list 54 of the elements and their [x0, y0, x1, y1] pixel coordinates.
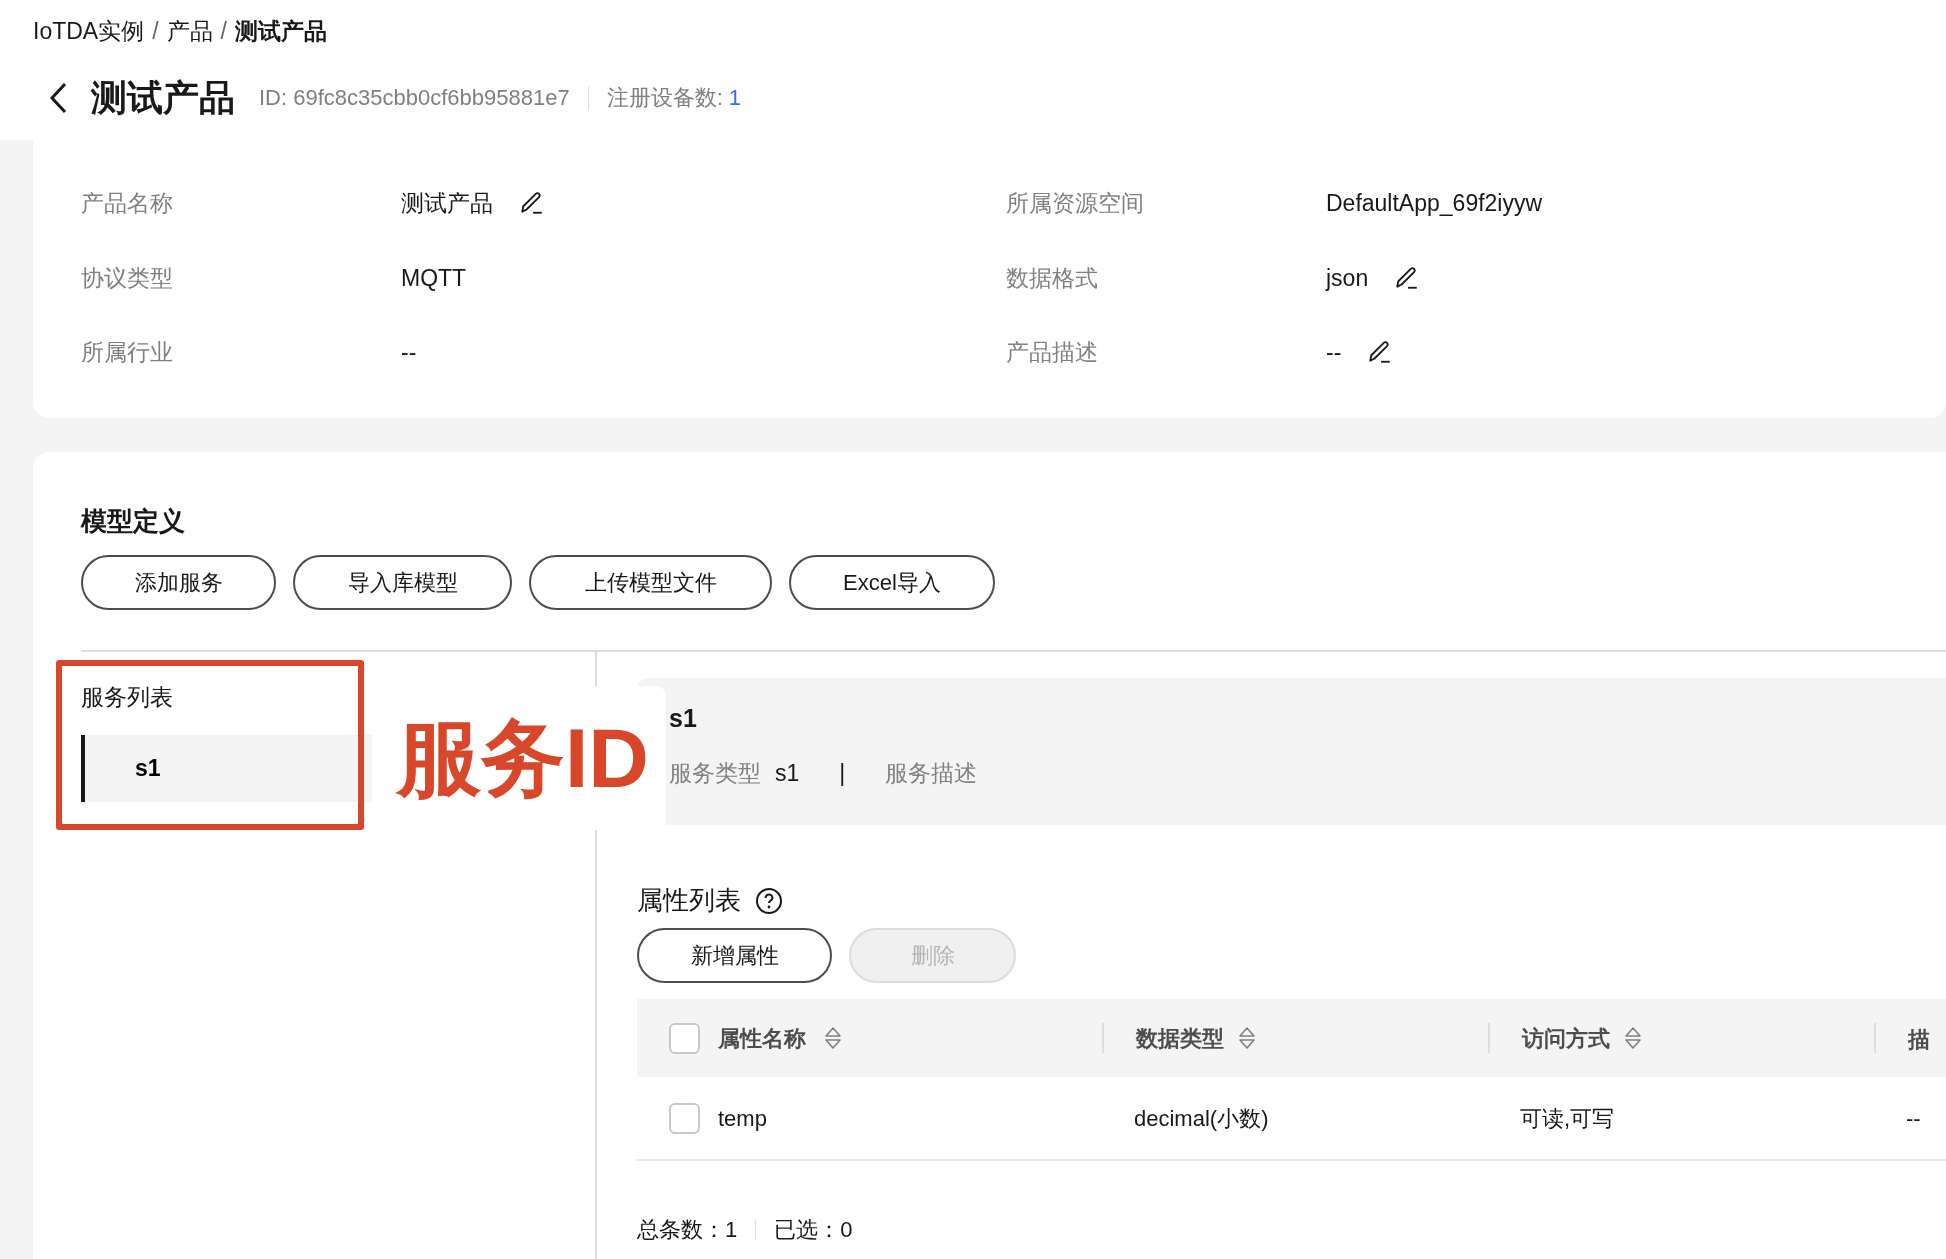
product-id: ID: 69fc8c35cbb0cf6bb95881e7 [259, 84, 570, 112]
table-cell-text: decimal(小数) [1134, 1104, 1269, 1133]
field-label: 服务描述 [885, 758, 978, 788]
section-title: 模型定义 [81, 505, 186, 538]
device-count-label: 注册设备数: [606, 84, 723, 112]
detail-label: 产品描述 [1006, 338, 1099, 367]
breadcrumb-item[interactable]: 产品 [166, 14, 213, 49]
detail-label: 数据格式 [1006, 263, 1099, 293]
service-name: s1 [669, 703, 698, 734]
separator-text: | [839, 758, 846, 788]
action-button[interactable]: 上传模型文件 [529, 555, 772, 610]
total-label: 总条数： [637, 1216, 725, 1244]
sort-icon[interactable] [1624, 1025, 1642, 1051]
field-value: s1 [775, 758, 800, 788]
service-item[interactable]: s1 [81, 734, 372, 802]
selected-label: 已选： [774, 1216, 841, 1244]
table-cell-text: temp [718, 1104, 767, 1133]
column-header: 访问方式 [1522, 1024, 1610, 1053]
detail-label: 产品名称 [81, 189, 174, 218]
action-button[interactable]: 导入库模型 [293, 555, 512, 610]
table-cell-text: 可读,可写 [1520, 1104, 1615, 1133]
help-icon[interactable] [755, 886, 783, 915]
detail-label: 协议类型 [81, 263, 174, 293]
sort-icon[interactable] [1238, 1025, 1256, 1051]
checkbox[interactable] [669, 1022, 700, 1054]
checkbox[interactable] [669, 1102, 700, 1134]
column-header: 数据类型 [1136, 1024, 1224, 1053]
table-cell: -- [1906, 1105, 1921, 1131]
selected-count: 0 [840, 1216, 853, 1244]
edit-icon[interactable] [519, 190, 545, 217]
action-button[interactable]: 新增属性 [637, 928, 832, 983]
detail-value: MQTT [401, 263, 467, 293]
page-title: 测试产品 [91, 75, 235, 120]
detail-value: json [1326, 263, 1369, 293]
breadcrumb-item[interactable]: IoTDA实例 [33, 14, 145, 49]
column-header: 属性名称 [718, 1024, 806, 1053]
detail-value: DefaultApp_69f2iyyw [1326, 189, 1543, 218]
detail-label: 所属资源空间 [1006, 189, 1145, 218]
detail-label: 所属行业 [81, 338, 174, 367]
column-header: 描 [1908, 1027, 1930, 1052]
breadcrumb-separator: / [220, 17, 227, 46]
detail-value: -- [401, 338, 417, 367]
device-count[interactable]: 1 [728, 81, 742, 114]
detail-value: 测试产品 [401, 189, 493, 218]
action-button[interactable]: Excel导入 [789, 555, 995, 610]
field-label: 服务类型 [669, 758, 761, 788]
sort-icon[interactable] [824, 1025, 842, 1051]
action-button[interactable]: 添加服务 [81, 555, 276, 610]
breadcrumb-item: 测试产品 [234, 17, 327, 46]
total-count: 1 [725, 1216, 738, 1244]
breadcrumb-separator: / [152, 17, 159, 46]
panel-title: 服务列表 [81, 683, 174, 712]
section-title: 属性列表 [637, 884, 741, 917]
detail-value: -- [1326, 338, 1342, 367]
